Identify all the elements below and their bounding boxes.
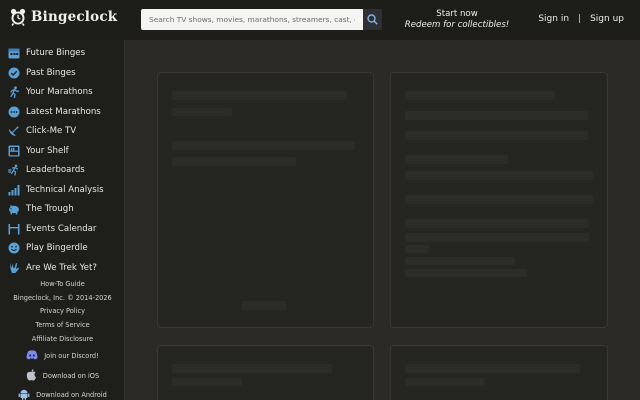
trophy-runner-icon (8, 164, 20, 176)
skeleton-line (172, 157, 296, 166)
search-bar (141, 9, 382, 30)
android-icon (18, 388, 30, 400)
search-icon (367, 14, 378, 25)
skeleton-line (405, 219, 589, 228)
sidebar-item-label: Leaderboards (26, 165, 85, 175)
sidebar: Future Binges Past Binges Your Marathons… (0, 40, 125, 400)
runner-icon (8, 86, 20, 98)
skeleton-line (172, 108, 232, 116)
loading-card (157, 72, 374, 328)
sidebar-item-label: Past Binges (26, 67, 76, 78)
skeleton-line (405, 245, 429, 253)
sign-up-link[interactable]: Sign up (590, 14, 624, 24)
check-circle-icon (8, 67, 20, 79)
skeleton-line (242, 301, 286, 310)
sidebar-item-latest-marathons[interactable]: Latest Marathons (8, 105, 101, 119)
auth-links: Sign in | Sign up (538, 14, 624, 24)
discord-label: Join our Discord! (44, 352, 99, 360)
sidebar-item-label: Latest Marathons (26, 106, 101, 117)
pig-icon (8, 203, 20, 215)
android-download-link[interactable]: Download on Android (0, 388, 125, 400)
brand-logo[interactable]: Bingeclock (10, 8, 117, 26)
sidebar-item-label: Play Bingerdle (26, 243, 88, 253)
sidebar-item-label: Future Binges (26, 48, 86, 58)
ellipsis-circle-icon (8, 106, 20, 118)
search-input[interactable] (141, 9, 363, 30)
search-button[interactable] (363, 9, 382, 30)
copyright-text: Bingeclock, Inc. © 2014-2026 (13, 293, 112, 302)
sidebar-item-label: Technical Analysis (26, 184, 104, 195)
skeleton-line (172, 364, 332, 373)
skeleton-line (172, 91, 347, 100)
skeleton-line (405, 195, 593, 204)
skeleton-line (172, 141, 355, 150)
apple-icon (26, 369, 37, 383)
bar-chart-icon (8, 184, 20, 196)
skeleton-line (405, 269, 527, 277)
sidebar-item-label: Your Shelf (26, 145, 69, 156)
sidebar-item-label: Your Marathons (26, 87, 93, 97)
sidebar-item-technical-analysis[interactable]: Technical Analysis (8, 183, 104, 197)
sidebar-item-label: Are We Trek Yet? (26, 262, 97, 273)
skeleton-line (405, 171, 593, 180)
goalpost-icon (8, 223, 20, 235)
loading-card (157, 345, 374, 400)
privacy-policy-link[interactable]: Privacy Policy (0, 307, 125, 315)
loading-card (390, 72, 608, 328)
affiliate-disclosure-link[interactable]: Affiliate Disclosure (0, 335, 125, 343)
vulcan-hand-icon (8, 262, 20, 274)
skeleton-line (405, 378, 485, 386)
sidebar-item-your-marathons[interactable]: Your Marathons (8, 85, 93, 99)
skeleton-line (405, 91, 555, 100)
promo-banner[interactable]: Start now Redeem for collectibles! (402, 9, 512, 31)
loading-card (390, 345, 608, 400)
shelf-icon (8, 145, 20, 157)
promo-subtitle: Redeem for collectibles! (404, 20, 510, 30)
sidebar-item-label: The Trough (26, 204, 74, 214)
smiley-icon (8, 242, 20, 254)
skeleton-line (405, 233, 589, 242)
sidebar-item-label: Events Calendar (26, 223, 97, 234)
sidebar-item-your-shelf[interactable]: Your Shelf (8, 144, 69, 158)
skeleton-line (172, 378, 242, 386)
sidebar-item-are-we-trek-yet[interactable]: Are We Trek Yet? (8, 261, 97, 275)
promo-title: Start now (436, 9, 478, 19)
discord-link[interactable]: Join our Discord! (0, 350, 125, 362)
sidebar-item-the-trough[interactable]: The Trough (8, 202, 74, 216)
ios-download-link[interactable]: Download on iOS (0, 369, 125, 383)
sign-in-link[interactable]: Sign in (538, 14, 569, 24)
top-bar: Bingeclock Start now Redeem for collecti… (0, 0, 640, 40)
sidebar-item-events-calendar[interactable]: Events Calendar (8, 222, 96, 236)
android-label: Download on Android (36, 391, 107, 399)
sidebar-item-click-me-tv[interactable]: Click-Me TV (8, 124, 76, 138)
clock-icon (10, 8, 26, 26)
sidebar-item-leaderboards[interactable]: Leaderboards (8, 163, 85, 177)
terms-of-service-link[interactable]: Terms of Service (0, 321, 125, 329)
sidebar-item-future-binges[interactable]: Future Binges (8, 46, 85, 60)
skeleton-line (405, 364, 580, 373)
skeleton-line (405, 257, 515, 265)
skeleton-line (405, 155, 508, 164)
sidebar-item-label: Click-Me TV (26, 126, 77, 136)
ios-label: Download on iOS (42, 372, 100, 380)
sidebar-item-play-bingerdle[interactable]: Play Bingerdle (8, 241, 88, 255)
brand-name: Bingeclock (31, 9, 118, 25)
skeleton-line (405, 131, 588, 140)
calendar-icon (8, 47, 20, 59)
discord-icon (26, 350, 38, 362)
sidebar-item-past-binges[interactable]: Past Binges (8, 66, 76, 80)
skeleton-line (405, 111, 588, 120)
satellite-dish-icon (8, 125, 20, 137)
auth-separator: | (578, 14, 582, 24)
how-to-guide-link[interactable]: How-To Guide (0, 280, 125, 288)
